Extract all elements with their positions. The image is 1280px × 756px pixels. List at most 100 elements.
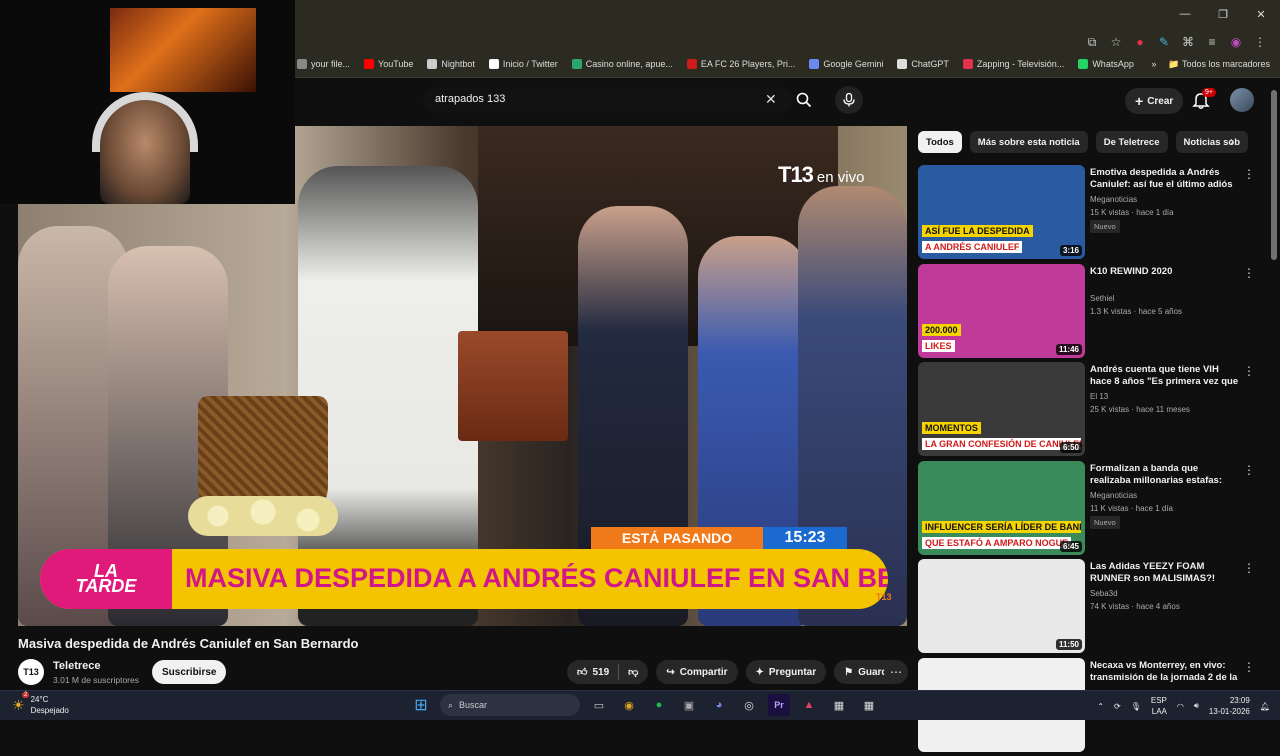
extensions-puzzle-icon[interactable]: ⌘: [1178, 32, 1198, 52]
taskbar-search[interactable]: ⌕Buscar: [440, 694, 580, 716]
bookmark-item[interactable]: WhatsApp: [1078, 59, 1134, 69]
video-thumbnail[interactable]: 200.000LIKES11:46: [918, 264, 1085, 358]
close-window-icon[interactable]: ✕: [1242, 0, 1280, 28]
share-button[interactable]: ↪Compartir: [656, 660, 737, 684]
video-thumbnail[interactable]: MOMENTOSLA GRAN CONFESIÓN DE CANIULEF6:5…: [918, 362, 1085, 456]
extension-red-icon[interactable]: ●: [1130, 32, 1150, 52]
subscribe-button[interactable]: Suscribirse: [152, 660, 226, 684]
spotify-icon[interactable]: ●: [648, 694, 670, 716]
clear-search-icon[interactable]: ✕: [765, 91, 777, 108]
search-input[interactable]: atrapados 133: [423, 87, 793, 113]
media-controls-icon[interactable]: ≡: [1202, 32, 1222, 52]
app-m2-icon[interactable]: ▦: [858, 694, 880, 716]
channel-avatar[interactable]: T13: [18, 659, 44, 685]
search-button[interactable]: [791, 88, 817, 112]
windows-start-icon[interactable]: ⊞: [410, 694, 432, 716]
chip-2[interactable]: De Teletrece: [1096, 131, 1168, 153]
ask-button[interactable]: ✦Preguntar: [746, 660, 827, 684]
chevron-right-icon[interactable]: ›: [1230, 134, 1234, 148]
app-m-icon[interactable]: ▦: [828, 694, 850, 716]
recommendation-item[interactable]: MOMENTOSLA GRAN CONFESIÓN DE CANIULEF6:5…: [918, 362, 1258, 461]
bookmark-item[interactable]: your file...: [297, 59, 350, 69]
like-dislike-button[interactable]: 👍︎ 519 👎︎: [567, 660, 648, 684]
system-clock[interactable]: 23:09 13-01-2026: [1209, 695, 1250, 717]
notifications-center-icon[interactable]: 🔔︎: [1260, 702, 1270, 711]
app-icon[interactable]: ▣: [678, 694, 700, 716]
chrome-icon[interactable]: ◉: [618, 694, 640, 716]
bookmark-item[interactable]: EA FC 26 Players, Pri...: [687, 59, 796, 69]
ask-label: Preguntar: [769, 667, 816, 678]
recommendation-channel[interactable]: Sethiel: [1090, 294, 1114, 303]
bookmark-item[interactable]: Zapping - Televisión...: [963, 59, 1064, 69]
weather-widget[interactable]: ☀ 2 24°C Despejado: [12, 694, 69, 716]
thumbs-down-icon[interactable]: 👎︎: [628, 666, 638, 678]
kebab-menu-icon[interactable]: ⋮: [1243, 266, 1255, 280]
bookmark-favicon-icon: [897, 59, 907, 69]
browser-menu-icon[interactable]: ⋮: [1250, 32, 1270, 52]
task-view-icon[interactable]: ▭: [588, 694, 610, 716]
premiere-icon[interactable]: Pr: [768, 694, 790, 716]
recommendation-title[interactable]: K10 REWIND 2020: [1090, 266, 1240, 278]
bookmark-favicon-icon: [809, 59, 819, 69]
video-thumbnail[interactable]: ASÍ FUE LA DESPEDIDAA ANDRÉS CANIULEF3:1…: [918, 165, 1085, 259]
chip-0[interactable]: Todos: [918, 131, 962, 153]
kebab-menu-icon[interactable]: ⋮: [1243, 167, 1255, 181]
game-capture: [110, 8, 256, 92]
recommendation-title[interactable]: Las Adidas YEEZY FOAM RUNNER son MALISIM…: [1090, 561, 1240, 585]
input-language[interactable]: ESP LAA: [1151, 695, 1167, 717]
chip-3[interactable]: Noticias sob: [1176, 131, 1248, 153]
recommendation-title[interactable]: Necaxa vs Monterrey, en vivo: transmisió…: [1090, 660, 1240, 684]
kebab-menu-icon[interactable]: ⋮: [1243, 364, 1255, 378]
minimize-icon[interactable]: —: [1166, 0, 1204, 28]
create-button[interactable]: +Crear: [1125, 88, 1183, 114]
wifi-icon[interactable]: ◠: [1177, 702, 1184, 711]
all-bookmarks-folder[interactable]: 📁 Todos los marcadores: [1168, 59, 1270, 70]
recommendation-title[interactable]: Formalizan a banda que realizaba millona…: [1090, 463, 1240, 487]
video-thumbnail[interactable]: INFLUENCER SERÍA LÍDER DE BANDAQUE ESTAF…: [918, 461, 1085, 555]
page-scrollbar[interactable]: [1271, 90, 1277, 260]
recommendation-item[interactable]: 11:50 Las Adidas YEEZY FOAM RUNNER son M…: [918, 559, 1258, 658]
more-actions-button[interactable]: ⋯: [884, 660, 908, 684]
bookmark-item[interactable]: Casino online, apue...: [572, 59, 673, 69]
kebab-menu-icon[interactable]: ⋮: [1243, 561, 1255, 575]
bookmark-favicon-icon: [572, 59, 582, 69]
kebab-menu-icon[interactable]: ⋮: [1243, 463, 1255, 477]
recommendation-item[interactable]: 200.000LIKES11:46 K10 REWIND 2020 Sethie…: [918, 264, 1258, 363]
more-bookmarks-icon[interactable]: »: [1151, 59, 1156, 70]
bookmark-item[interactable]: YouTube: [364, 59, 413, 69]
video-title: Masiva despedida de Andrés Caniulef en S…: [18, 636, 359, 651]
profile-circle-icon[interactable]: ◉: [1226, 32, 1246, 52]
install-app-icon[interactable]: ⧉: [1082, 32, 1102, 52]
recommendation-channel[interactable]: Meganoticias: [1090, 491, 1137, 500]
bookmark-item[interactable]: ChatGPT: [897, 59, 949, 69]
voice-search-button[interactable]: [835, 86, 863, 114]
bookmark-item[interactable]: Nightbot: [427, 59, 475, 69]
recommendation-channel[interactable]: Seba3d: [1090, 589, 1118, 598]
restore-icon[interactable]: ❐: [1204, 0, 1242, 28]
recommendation-item[interactable]: ASÍ FUE LA DESPEDIDAA ANDRÉS CANIULEF3:1…: [918, 165, 1258, 264]
app-a-icon[interactable]: ▲: [798, 694, 820, 716]
chip-1[interactable]: Más sobre esta noticia: [970, 131, 1088, 153]
recommendation-title[interactable]: Emotiva despedida a Andrés Caniulef: así…: [1090, 167, 1240, 191]
extension-translate-icon[interactable]: ✎: [1154, 32, 1174, 52]
kebab-menu-icon[interactable]: ⋮: [1243, 660, 1255, 674]
bookmark-item[interactable]: Inicio / Twitter: [489, 59, 558, 69]
volume-icon[interactable]: 🔊︎: [1194, 701, 1199, 711]
channel-name[interactable]: Teletrece: [53, 660, 101, 672]
recommendation-item[interactable]: INFLUENCER SERÍA LÍDER DE BANDAQUE ESTAF…: [918, 461, 1258, 560]
mic-icon[interactable]: 🎙︎: [1131, 702, 1141, 711]
discord-icon[interactable]: ◕: [708, 694, 730, 716]
video-thumbnail[interactable]: 11:50: [918, 559, 1085, 653]
thumbnail-caption: ASÍ FUE LA DESPEDIDA: [922, 225, 1033, 237]
recommendation-channel[interactable]: El 13: [1090, 392, 1108, 401]
sync-icon[interactable]: ⟳: [1114, 702, 1121, 711]
bookmark-item[interactable]: Google Gemini: [809, 59, 883, 69]
tray-chevron-up-icon[interactable]: ⌃: [1097, 702, 1104, 711]
avatar[interactable]: [1230, 88, 1254, 112]
language-code: ESP: [1151, 695, 1167, 706]
bookmark-star-icon[interactable]: ☆: [1106, 32, 1126, 52]
recommendation-title[interactable]: Andrés cuenta que tiene VIH hace 8 años …: [1090, 364, 1240, 388]
recommendation-channel[interactable]: Meganoticias: [1090, 195, 1137, 204]
thumbnail-caption: INFLUENCER SERÍA LÍDER DE BANDA: [922, 521, 1081, 533]
obs-icon[interactable]: ◎: [738, 694, 760, 716]
